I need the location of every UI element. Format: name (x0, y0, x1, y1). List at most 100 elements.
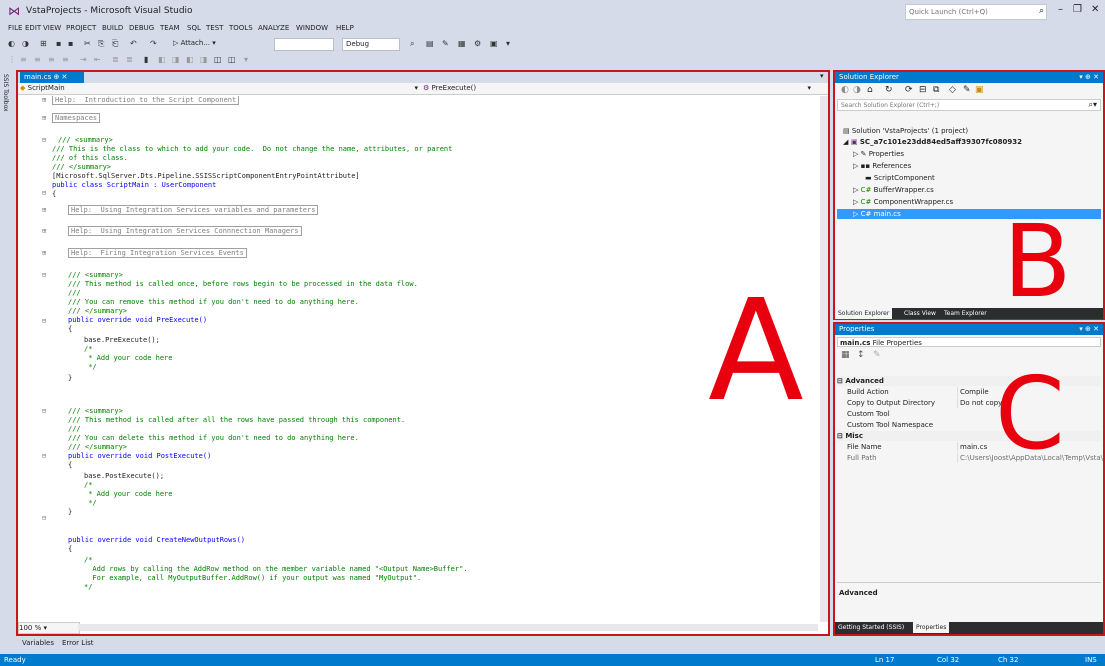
collapsed-arrow-icon[interactable]: ▷ (853, 162, 861, 170)
next-bookmark-folder-icon[interactable]: ◨ (200, 55, 208, 64)
menu-help[interactable]: HELP (336, 24, 354, 32)
menu-file[interactable]: FILE (8, 24, 22, 32)
solution-search-input[interactable] (838, 100, 1074, 111)
tree-item-references[interactable]: ▷ ▪▪ References (853, 162, 911, 171)
help-region-connections[interactable]: Help: Using Integration Services Connnec… (68, 226, 302, 236)
tab-properties[interactable]: Properties (913, 622, 950, 633)
collapsed-arrow-icon[interactable]: ▷ (853, 198, 861, 206)
horizontal-scrollbar[interactable] (78, 624, 818, 631)
clear-bookmarks-icon[interactable]: ◫ (214, 55, 222, 64)
outline-collapse-icon[interactable]: ⊟ (42, 317, 52, 326)
undo-icon[interactable]: ↶ (130, 39, 137, 48)
tree-item-properties[interactable]: ▷ ✎ Properties (853, 150, 904, 159)
tree-item-bufferwrapper[interactable]: ▷ C# BufferWrapper.cs (853, 186, 934, 195)
outline-expand-icon[interactable]: ⊞ (42, 249, 52, 258)
quick-launch-input[interactable] (906, 5, 1027, 19)
menu-team[interactable]: TEAM (160, 24, 180, 32)
new-project-icon[interactable]: ⊞ (40, 39, 47, 48)
menu-edit[interactable]: EDIT (25, 24, 41, 32)
toolbox-label[interactable]: SSIS Toolbox (2, 74, 9, 112)
parameter-info-icon[interactable]: ≡ (34, 55, 41, 64)
outline-collapse-icon[interactable]: ⊟ (42, 136, 52, 145)
outline-expand-icon[interactable]: ⊞ (42, 206, 52, 215)
platform-dropdown[interactable] (274, 38, 334, 51)
toggle-bookmarks-icon[interactable]: ◫ (228, 55, 236, 64)
tree-item-scriptcomponent[interactable]: ▬ ScriptComponent (865, 174, 935, 183)
help-region-intro[interactable]: Help: Introduction to the Script Compone… (52, 96, 240, 105)
outline-expand-icon[interactable]: ⊞ (42, 96, 52, 105)
collapsed-arrow-icon[interactable]: ▷ (853, 150, 861, 158)
back-icon[interactable]: ◐ (841, 85, 849, 95)
collapsed-arrow-icon[interactable]: ▷ (853, 210, 861, 218)
tab-solution-explorer[interactable]: Solution Explorer (835, 308, 893, 319)
find-icon[interactable]: ⌕ (410, 39, 414, 49)
properties-object-dropdown[interactable]: main.cs File Properties (837, 337, 1101, 347)
outline-collapse-icon[interactable]: ⊟ (42, 189, 52, 198)
menu-analyze[interactable]: ANALYZE (258, 24, 289, 32)
menu-test[interactable]: TEST (206, 24, 223, 32)
tab-team-explorer[interactable]: Team Explorer (941, 308, 990, 319)
prev-bookmark-folder-icon[interactable]: ◧ (186, 55, 194, 64)
home-icon[interactable]: ⌂ (867, 85, 873, 95)
outline-collapse-icon[interactable]: ⊟ (42, 514, 52, 523)
bookmark-icon[interactable]: ▮ (144, 55, 148, 64)
window-layout-icon[interactable]: ▣ (490, 39, 498, 48)
minimize-icon[interactable]: – (1058, 4, 1063, 15)
forward-icon[interactable]: ◑ (853, 85, 861, 95)
toolbox-strip[interactable]: SSIS Toolbox (0, 70, 14, 636)
alphabetical-icon[interactable]: ↕ (857, 350, 865, 360)
outdent-icon[interactable]: ⇤ (94, 55, 101, 64)
menu-debug[interactable]: DEBUG (129, 24, 154, 32)
outline-collapse-icon[interactable]: ⊟ (42, 407, 52, 416)
attach-button[interactable]: ▷ Attach... ▾ (170, 38, 268, 49)
editor-tab-main-cs[interactable]: main.cs ⊕ ✕ (20, 72, 84, 83)
save-icon[interactable]: ▪ (56, 39, 61, 48)
tab-getting-started[interactable]: Getting Started (SSIS) (835, 622, 907, 633)
toolbox-icon[interactable]: ▦ (458, 39, 466, 48)
complete-word-icon[interactable]: ≡ (62, 55, 69, 64)
tab-variables[interactable]: Variables (22, 639, 54, 647)
property-pages-icon[interactable]: ✎ (873, 350, 881, 360)
pin-icon[interactable]: ⊕ (53, 73, 61, 81)
collapsed-arrow-icon[interactable]: ▷ (853, 186, 861, 194)
show-all-files-icon[interactable]: ⧉ (933, 85, 939, 95)
menu-tools[interactable]: TOOLS (229, 24, 253, 32)
close-icon[interactable]: ✕ (1091, 4, 1099, 15)
solution-search-box[interactable]: ⌕▾ (837, 99, 1101, 111)
comment-icon[interactable]: ≣ (112, 55, 119, 64)
namespaces-region[interactable]: Namespaces (52, 113, 101, 123)
code-area[interactable]: ⊞ ⊞ ⊟ ⊟ ⊞ ⊞ ⊞ ⊟ ⊟ ⊟ ⊟ ⊟ Help: Introducti… (18, 96, 818, 622)
uncomment-icon[interactable]: ≣ (126, 55, 133, 64)
sync-icon[interactable]: ↻ (885, 85, 893, 95)
indent-icon[interactable]: ⇥ (80, 55, 87, 64)
search-icon[interactable]: ⌕ (1039, 6, 1044, 16)
tab-class-view[interactable]: Class View (901, 308, 939, 319)
tab-dropdown-icon[interactable]: ▾ (820, 72, 824, 80)
copy-icon[interactable]: ⎘ (98, 39, 104, 49)
tree-item-componentwrapper[interactable]: ▷ C# ComponentWrapper.cs (853, 198, 953, 207)
panel-controls-icon[interactable]: ▾ ⊕ ✕ (1079, 72, 1099, 83)
cut-icon[interactable]: ✂ (84, 39, 91, 48)
tab-error-list[interactable]: Error List (62, 639, 94, 647)
back-icon[interactable]: ◐ (8, 39, 15, 48)
restore-icon[interactable]: ❐ (1073, 4, 1082, 15)
help-region-events[interactable]: Help: Firing Integration Services Events (68, 248, 247, 258)
menu-sql[interactable]: SQL (187, 24, 201, 32)
forward-icon[interactable]: ◑ (22, 39, 29, 48)
toolbar2-options-icon[interactable]: ▾ (244, 55, 248, 64)
expand-arrow-icon[interactable]: ◢ (843, 138, 851, 146)
outline-collapse-icon[interactable]: ⊟ (42, 271, 52, 280)
search-icon[interactable]: ⌕▾ (1089, 100, 1098, 110)
vertical-scrollbar[interactable] (820, 96, 828, 622)
redo-icon[interactable]: ↷ (150, 39, 157, 48)
type-dropdown[interactable]: ◆ ScriptMain ▾ (20, 83, 420, 93)
quick-info-icon[interactable]: ≡ (48, 55, 55, 64)
outline-expand-icon[interactable]: ⊞ (42, 114, 52, 123)
menu-window[interactable]: WINDOW (296, 24, 328, 32)
refresh-icon[interactable]: ⟳ (905, 85, 913, 95)
paste-icon[interactable]: ⎗ (112, 39, 118, 49)
toolbar-options-icon[interactable]: ▾ (506, 39, 510, 48)
menu-build[interactable]: BUILD (102, 24, 123, 32)
extensions-icon[interactable]: ⚙ (474, 39, 481, 48)
quick-launch-box[interactable]: ⌕ (905, 4, 1047, 20)
